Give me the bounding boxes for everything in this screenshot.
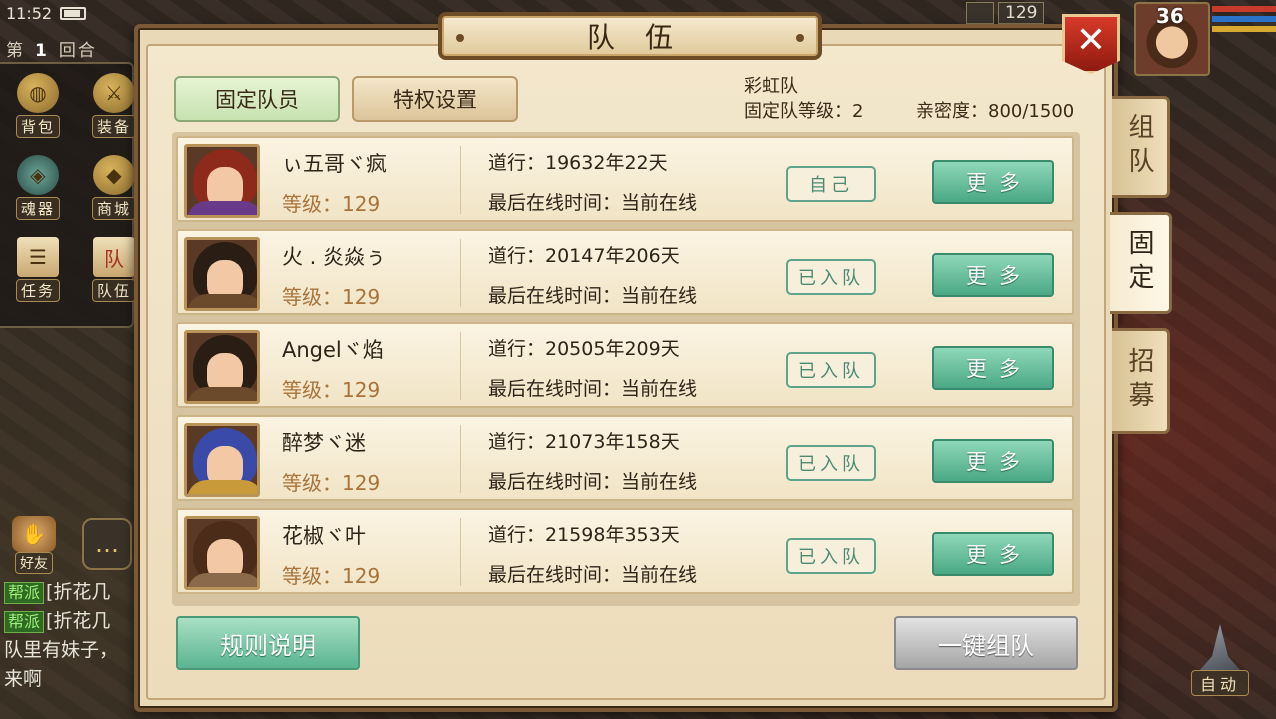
team-intimacy: 亲密度：800/1500 xyxy=(916,101,1075,122)
auto-battle-button[interactable]: 自动 xyxy=(1180,622,1260,696)
member-daoxing: 道行：21598年353天 xyxy=(488,524,680,546)
dialog-title: 队伍 xyxy=(586,21,703,54)
more-button[interactable]: 更多 xyxy=(932,532,1054,576)
level-readout: 129 xyxy=(998,2,1045,24)
row-divider xyxy=(460,425,461,493)
member-portrait[interactable] xyxy=(184,330,260,404)
row-divider xyxy=(460,239,461,307)
player-level: 36 xyxy=(1156,4,1184,28)
row-divider xyxy=(460,146,461,214)
member-name: 花椒ヾ叶 xyxy=(282,524,366,548)
member-name: 火 . 炎焱ぅ xyxy=(282,245,387,269)
friend-button[interactable]: ✋ 好友 xyxy=(8,516,60,574)
player-status-bars xyxy=(1212,6,1276,36)
player-avatar[interactable]: 36 xyxy=(1134,2,1210,76)
member-row: 花椒ヾ叶 等级：129 道行：21598年353天 最后在线时间：当前在线 已入… xyxy=(176,508,1074,594)
member-row: 醉梦ヾ迷 等级：129 道行：21073年158天 最后在线时间：当前在线 已入… xyxy=(176,415,1074,501)
member-last-online: 最后在线时间：当前在线 xyxy=(488,192,698,214)
team-level: 固定队等级：2 xyxy=(744,101,864,122)
pet-icon[interactable] xyxy=(966,2,994,24)
chat-line: 帮派 [折花几 xyxy=(4,578,134,607)
member-status-badge: 自己 xyxy=(786,166,876,202)
battery-icon xyxy=(60,7,87,20)
more-button[interactable]: 更多 xyxy=(932,346,1054,390)
close-icon: ✕ xyxy=(1075,19,1107,61)
member-daoxing: 道行：21073年158天 xyxy=(488,431,680,453)
member-row: Angelヾ焰 等级：129 道行：20505年209天 最后在线时间：当前在线… xyxy=(176,322,1074,408)
member-portrait[interactable] xyxy=(184,423,260,497)
member-last-online: 最后在线时间：当前在线 xyxy=(488,471,698,493)
chat-line: 帮派 [折花几 xyxy=(4,607,134,636)
member-name: 醉梦ヾ迷 xyxy=(282,431,366,455)
member-status-badge: 已入队 xyxy=(786,538,876,574)
left-menu-panel: ◍ 背包 ⚔ 装备 ◈ 魂器 ◆ 商城 ☰ 任务 队 队伍 xyxy=(0,62,136,328)
member-last-online: 最后在线时间：当前在线 xyxy=(488,285,698,307)
member-status-badge: 已入队 xyxy=(786,445,876,481)
equipment-icon: ⚔ xyxy=(93,73,135,113)
dialog-title-plate: 队伍 xyxy=(438,12,822,60)
member-level: 等级：129 xyxy=(282,285,381,309)
member-level: 等级：129 xyxy=(282,378,381,402)
member-row: 火 . 炎焱ぅ 等级：129 道行：20147年206天 最后在线时间：当前在线… xyxy=(176,229,1074,315)
more-button[interactable]: 更多 xyxy=(932,160,1054,204)
soul-vessel-button[interactable]: ◈ 魂器 xyxy=(10,154,66,220)
quest-button[interactable]: ☰ 任务 xyxy=(10,236,66,302)
bag-button[interactable]: ◍ 背包 xyxy=(10,72,66,138)
soul-vessel-icon: ◈ xyxy=(17,155,59,195)
top-right-hud: 129 xyxy=(966,2,1045,24)
row-divider xyxy=(460,518,461,586)
clock: 11:52 xyxy=(6,4,53,23)
team-icon: 队 xyxy=(93,237,135,277)
member-daoxing: 道行：20505年209天 xyxy=(488,338,680,360)
ornament-dot xyxy=(456,34,464,42)
member-portrait[interactable] xyxy=(184,516,260,590)
tab-fixed-members[interactable]: 固定队员 xyxy=(174,76,340,122)
tab-privilege-settings[interactable]: 特权设置 xyxy=(352,76,518,122)
member-portrait[interactable] xyxy=(184,237,260,311)
quest-scroll-icon: ☰ xyxy=(17,237,59,277)
member-last-online: 最后在线时间：当前在线 xyxy=(488,564,698,586)
mp-bar xyxy=(1212,16,1276,22)
side-tab-team[interactable]: 组队 xyxy=(1112,96,1170,198)
sword-icon xyxy=(1200,624,1240,670)
ornament-dot xyxy=(796,34,804,42)
member-portrait[interactable] xyxy=(184,144,260,218)
rules-button[interactable]: 规则说明 xyxy=(176,616,360,670)
member-daoxing: 道行：20147年206天 xyxy=(488,245,680,267)
chat-message: 队里有妹子，来啊 xyxy=(4,639,119,690)
chat-log: 帮派 [折花几 帮派 [折花几 队里有妹子，来啊 xyxy=(4,578,134,694)
more-button[interactable]: 更多 xyxy=(932,253,1054,297)
status-bar: 11:52 xyxy=(6,4,87,23)
handshake-icon: ✋ xyxy=(12,516,56,552)
member-name: ぃ五哥ヾ疯 xyxy=(282,152,387,176)
member-level: 等级：129 xyxy=(282,192,381,216)
member-list: ぃ五哥ヾ疯 等级：129 道行：19632年22天 最后在线时间：当前在线 自己… xyxy=(172,132,1080,606)
member-level: 等级：129 xyxy=(282,471,381,495)
more-button[interactable]: 更多 xyxy=(932,439,1054,483)
member-daoxing: 道行：19632年22天 xyxy=(488,152,668,174)
member-row: ぃ五哥ヾ疯 等级：129 道行：19632年22天 最后在线时间：当前在线 自己… xyxy=(176,136,1074,222)
member-last-online: 最后在线时间：当前在线 xyxy=(488,378,698,400)
team-name: 彩虹队 xyxy=(744,76,798,97)
chat-bubble-icon[interactable]: … xyxy=(82,518,132,570)
one-click-form-team-button[interactable]: 一键组队 xyxy=(894,616,1078,670)
bag-icon: ◍ xyxy=(17,73,59,113)
row-divider xyxy=(460,332,461,400)
exp-bar xyxy=(1212,26,1276,32)
shop-icon: ◆ xyxy=(93,155,135,195)
member-level: 等级：129 xyxy=(282,564,381,588)
side-tab-fixed[interactable]: 固定 xyxy=(1110,212,1172,314)
member-status-badge: 已入队 xyxy=(786,259,876,295)
round-indicator: 第 1 回合 xyxy=(6,41,97,61)
member-status-badge: 已入队 xyxy=(786,352,876,388)
side-tab-recruit[interactable]: 招募 xyxy=(1112,328,1170,434)
hp-bar xyxy=(1212,6,1276,12)
member-name: Angelヾ焰 xyxy=(282,338,384,362)
